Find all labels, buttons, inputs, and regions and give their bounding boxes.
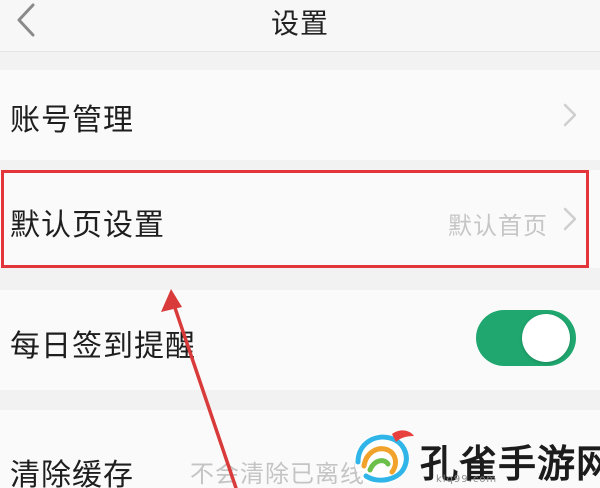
chevron-right-icon [563, 103, 577, 127]
clear-cache-value: 不会清除已离线 [190, 460, 365, 488]
default-page-settings-label: 默认页设置 [10, 208, 165, 243]
daily-checkin-reminder-row: 每日签到提醒 [0, 290, 600, 390]
account-management-row[interactable]: 账号管理 [0, 70, 600, 160]
default-page-value: 默认首页 [448, 212, 548, 240]
app-header: 设置 [0, 0, 600, 52]
daily-checkin-reminder-label: 每日签到提醒 [10, 329, 196, 364]
clear-cache-label: 清除缓存 [10, 458, 134, 488]
default-page-settings-row[interactable]: 默认页设置 默认首页 [0, 170, 600, 268]
toggle-knob [522, 314, 570, 362]
chevron-right-icon [563, 207, 577, 231]
watermark-logo-icon [354, 430, 414, 486]
daily-checkin-toggle[interactable] [476, 310, 576, 366]
page-title: 设置 [270, 7, 329, 40]
watermark-url: klq99.com [436, 474, 498, 485]
account-management-label: 账号管理 [10, 103, 134, 138]
